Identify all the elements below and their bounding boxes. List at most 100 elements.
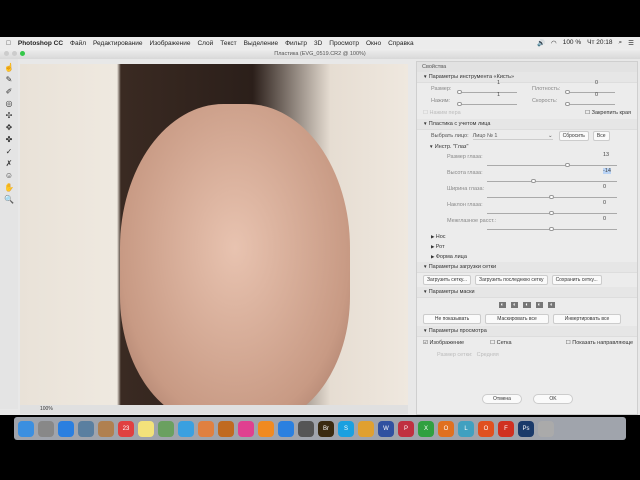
eye-slider[interactable] [487, 211, 617, 215]
eye-slider-value[interactable]: 0 [603, 200, 606, 206]
dock-app-icon[interactable]: Br [318, 420, 334, 437]
dock-app-icon[interactable]: App Store [278, 420, 294, 437]
dock-app-icon[interactable]: L [458, 420, 474, 437]
dock-app-icon[interactable]: S [338, 420, 354, 437]
eye-slider-value[interactable]: 0 [603, 184, 606, 190]
grid-size-dropdown[interactable]: Средняя [477, 352, 607, 358]
slider-knob[interactable] [530, 179, 536, 183]
reconstruct-tool-icon[interactable]: ✎ [6, 75, 13, 84]
mask-invert-icon[interactable]: ◐ [547, 302, 556, 308]
eye-slider[interactable] [487, 163, 617, 167]
zoom-level[interactable]: 100% [40, 406, 53, 412]
menu-edit[interactable]: Редактирование [93, 40, 143, 47]
all-button[interactable]: Все [592, 131, 610, 141]
none-button[interactable]: Не показывать [423, 314, 481, 324]
menu-filter[interactable]: Фильтр [285, 40, 307, 47]
menu-type[interactable]: Текст [220, 40, 236, 47]
guides-checkbox[interactable]: ☐ Показать направляюще [566, 340, 637, 346]
dock-app-icon[interactable]: 23 [118, 420, 134, 437]
ok-button[interactable]: OK [533, 394, 573, 404]
cancel-button[interactable]: Отмена [482, 394, 522, 404]
dock-app-icon[interactable]: Launchpad [38, 420, 54, 437]
slider-knob[interactable] [549, 195, 554, 199]
hand-tool-icon[interactable]: ✋ [4, 183, 14, 192]
dock-app-icon[interactable]: O [438, 420, 454, 437]
image-canvas[interactable] [20, 64, 408, 405]
wifi-icon[interactable]: ◠ [551, 39, 557, 47]
invert-all-button[interactable]: Инвертировать все [553, 314, 621, 324]
grid-checkbox[interactable]: ☐ Сетка [490, 340, 511, 346]
dock-app-icon[interactable]: P [398, 420, 414, 437]
close-button[interactable] [4, 51, 9, 56]
pucker-tool-icon[interactable]: ✣ [6, 111, 13, 120]
search-icon[interactable]: ⌕ [619, 39, 623, 47]
freeze-mask-tool-icon[interactable]: ✓ [6, 147, 13, 156]
pin-edges-checkbox[interactable]: ☐ Закрепить края [585, 110, 637, 116]
menu-window[interactable]: Окно [366, 40, 381, 47]
select-face-dropdown[interactable]: Лицо № 1 ⌄ [472, 133, 553, 140]
mesh-options-header[interactable]: Параметры загрузки сетки [417, 262, 637, 273]
dock-app-icon[interactable]: Photos [198, 420, 214, 437]
load-last-mesh-button[interactable]: Загрузить последнюю сетку [475, 275, 548, 285]
dock-app-icon[interactable]: Trash [538, 420, 554, 437]
nose-section[interactable]: Нос [417, 232, 637, 242]
mask-intersect-icon[interactable]: ◐ [535, 302, 543, 308]
menu-file[interactable]: Файл [70, 40, 86, 47]
dock-app-icon[interactable]: F [498, 420, 514, 437]
eye-slider-value[interactable]: -14 [603, 168, 611, 174]
dock-app-icon[interactable]: Preview [78, 420, 94, 437]
menu-layer[interactable]: Слой [197, 40, 213, 47]
view-options-header[interactable]: Параметры просмотра [417, 326, 637, 337]
rate-slider[interactable] [565, 102, 615, 106]
eye-tool-header[interactable]: Инстр. "Глаз" [417, 142, 637, 152]
density-slider[interactable] [565, 90, 615, 94]
slider-knob[interactable] [549, 211, 554, 215]
mask-add-icon[interactable]: ◐ [511, 302, 519, 308]
thaw-mask-tool-icon[interactable]: ✗ [6, 159, 13, 168]
dock-app-icon[interactable]: iTunes [238, 420, 254, 437]
rate-value[interactable]: 0 [595, 92, 598, 98]
forward-warp-tool-icon[interactable]: ☝ [4, 63, 14, 72]
clock[interactable]: Чт 20:18 [587, 39, 612, 47]
pressure-slider[interactable] [457, 102, 517, 106]
dock-app-icon[interactable]: W [378, 420, 394, 437]
size-slider[interactable] [457, 90, 517, 94]
dock-app-icon[interactable]: Ps [518, 420, 534, 437]
bloat-tool-icon[interactable]: ✥ [6, 123, 13, 132]
zoom-button[interactable] [20, 51, 25, 56]
dock-app-icon[interactable]: Notes [138, 420, 154, 437]
eye-slider[interactable] [487, 227, 617, 231]
brush-options-header[interactable]: Параметры инструмента «Кисть» [417, 72, 637, 83]
battery-status[interactable]: 100 % [563, 39, 581, 47]
save-mesh-button[interactable]: Сохранить сетку... [551, 275, 602, 285]
smooth-tool-icon[interactable]: ✐ [6, 87, 13, 96]
image-checkbox[interactable]: ☑ Изображение [423, 340, 464, 346]
dock-app-icon[interactable]: Photo [158, 420, 174, 437]
menu-help[interactable]: Справка [388, 40, 414, 47]
menu-view[interactable]: Просмотр [329, 40, 359, 47]
size-value[interactable]: 1 [497, 80, 500, 86]
reset-button[interactable]: Сбросить [558, 131, 589, 141]
minimize-button[interactable] [12, 51, 17, 56]
menu-image[interactable]: Изображение [150, 40, 191, 47]
dock-app-icon[interactable]: Settings [298, 420, 314, 437]
menu-select[interactable]: Выделение [244, 40, 278, 47]
slider-knob[interactable] [549, 227, 554, 231]
push-left-tool-icon[interactable]: ✤ [6, 135, 13, 144]
dock-app-icon[interactable]: Messages [178, 420, 194, 437]
menu-3d[interactable]: 3D [314, 40, 322, 47]
dock-app-icon[interactable]: Chrome [358, 420, 374, 437]
dock-app-icon[interactable]: Books [258, 420, 274, 437]
dock-app-icon[interactable]: O [478, 420, 494, 437]
load-mesh-button[interactable]: Загрузить сетку... [423, 275, 472, 285]
volume-icon[interactable]: 🔊 [537, 39, 545, 47]
zoom-tool-icon[interactable]: 🔍 [4, 195, 14, 204]
pressure-value[interactable]: 1 [497, 92, 500, 98]
stylus-checkbox[interactable]: ☐ Нажим пера [423, 110, 461, 116]
eye-slider-value[interactable]: 0 [603, 216, 606, 222]
app-menu[interactable]: Photoshop CC [18, 40, 63, 47]
mask-replace-icon[interactable]: ◐ [498, 302, 506, 308]
slider-knob[interactable] [564, 163, 570, 167]
eye-slider[interactable] [487, 179, 617, 183]
face-aware-header[interactable]: Пластика с учетом лица [417, 119, 637, 130]
